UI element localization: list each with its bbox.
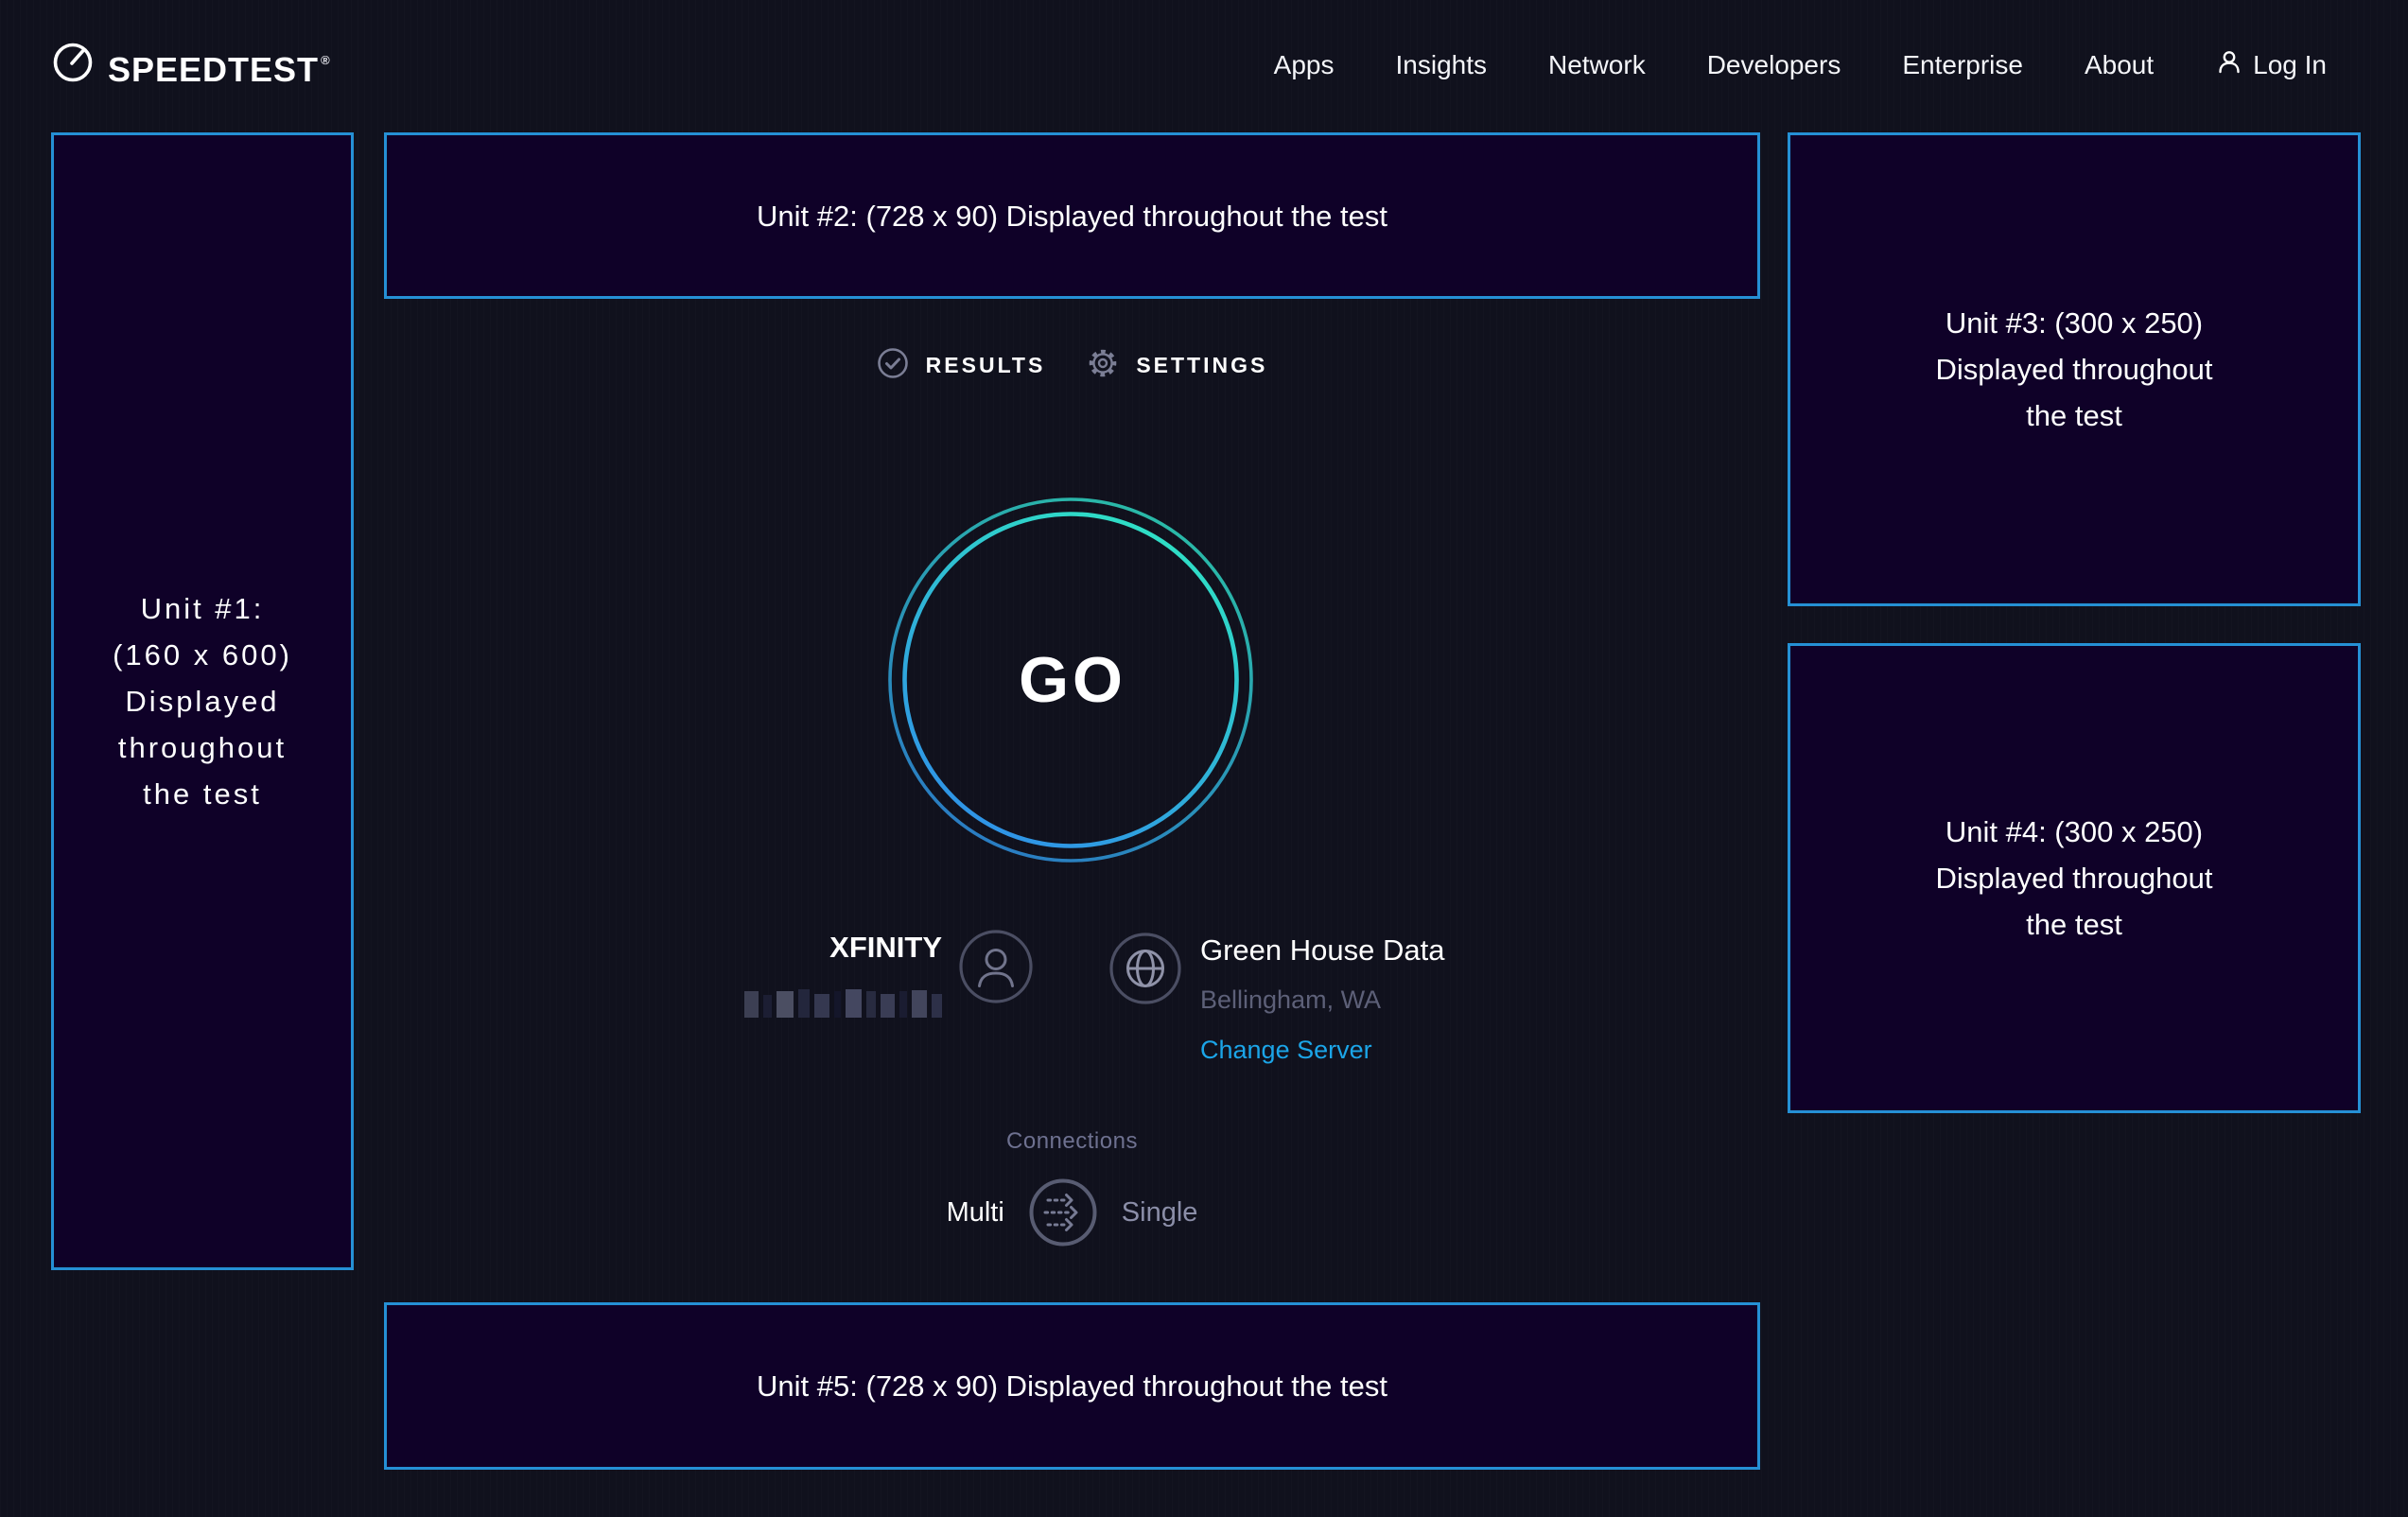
nav-item-developers[interactable]: Developers xyxy=(1707,50,1841,80)
redacted-ip-block xyxy=(744,989,942,1018)
go-button[interactable]: GO xyxy=(886,496,1255,864)
main-nav: Apps Insights Network Developers Enterpr… xyxy=(1274,48,2327,83)
tab-results-label: RESULTS xyxy=(926,353,1046,378)
gear-icon xyxy=(1087,347,1119,384)
isp-name: XFINITY xyxy=(744,929,942,967)
speedtest-gauge-icon xyxy=(51,39,95,84)
connections-section: Connections Multi Single xyxy=(384,1124,1760,1247)
connection-mode-multi[interactable]: Multi xyxy=(947,1197,1004,1229)
login-button[interactable]: Log In xyxy=(2215,48,2327,83)
go-label: GO xyxy=(886,496,1255,864)
connections-label: Connections xyxy=(1006,1124,1138,1160)
server-name: Green House Data xyxy=(1200,931,1444,970)
speedtest-page: SPEEDTEST® Apps Insights Network Develop… xyxy=(0,0,2408,1517)
tab-settings-label: SETTINGS xyxy=(1136,353,1267,378)
speedtest-logo[interactable]: SPEEDTEST® xyxy=(51,39,331,92)
nav-item-network[interactable]: Network xyxy=(1548,50,1646,80)
ad-unit-3-text: Unit #3: (300 x 250) Displayed throughou… xyxy=(1936,300,2213,439)
server-info: Green House Data Bellingham, WA Change S… xyxy=(1108,931,1444,1070)
tab-results[interactable]: RESULTS xyxy=(877,347,1046,384)
multi-arrows-icon xyxy=(1029,1235,1097,1249)
login-label: Log In xyxy=(2253,50,2327,80)
nav-item-insights[interactable]: Insights xyxy=(1396,50,1488,80)
connection-toggle[interactable] xyxy=(1029,1178,1097,1247)
top-nav-bar: SPEEDTEST® Apps Insights Network Develop… xyxy=(0,0,2408,131)
user-circle-icon xyxy=(958,929,1034,1009)
ad-unit-4[interactable]: Unit #4: (300 x 250) Displayed throughou… xyxy=(1788,643,2361,1113)
ad-unit-1-text: Unit #1: (160 x 600) Displayed throughou… xyxy=(113,585,292,817)
ad-unit-2[interactable]: Unit #2: (728 x 90) Displayed throughout… xyxy=(384,132,1760,299)
ad-unit-2-text: Unit #2: (728 x 90) Displayed throughout… xyxy=(757,193,1387,239)
nav-item-enterprise[interactable]: Enterprise xyxy=(1902,50,2023,80)
isp-info: XFINITY xyxy=(662,929,1034,1018)
check-circle-icon xyxy=(877,347,909,384)
ad-unit-1[interactable]: Unit #1: (160 x 600) Displayed throughou… xyxy=(51,132,354,1270)
logo-text: SPEEDTEST® xyxy=(108,39,331,92)
ad-unit-3[interactable]: Unit #3: (300 x 250) Displayed throughou… xyxy=(1788,132,2361,606)
user-icon xyxy=(2215,48,2243,83)
trademark-mark: ® xyxy=(321,53,331,67)
globe-circle-icon xyxy=(1108,931,1182,1010)
nav-item-about[interactable]: About xyxy=(2085,50,2154,80)
ad-unit-4-text: Unit #4: (300 x 250) Displayed throughou… xyxy=(1936,809,2213,948)
tab-settings[interactable]: SETTINGS xyxy=(1087,347,1267,384)
ad-unit-5-text: Unit #5: (728 x 90) Displayed throughout… xyxy=(757,1363,1387,1409)
change-server-link[interactable]: Change Server xyxy=(1200,1030,1372,1070)
ad-unit-5[interactable]: Unit #5: (728 x 90) Displayed throughout… xyxy=(384,1302,1760,1470)
nav-item-apps[interactable]: Apps xyxy=(1274,50,1335,80)
server-location: Bellingham, WA xyxy=(1200,980,1444,1020)
connection-mode-single[interactable]: Single xyxy=(1122,1197,1198,1229)
view-tabs: RESULTS SETTINGS xyxy=(384,339,1760,392)
